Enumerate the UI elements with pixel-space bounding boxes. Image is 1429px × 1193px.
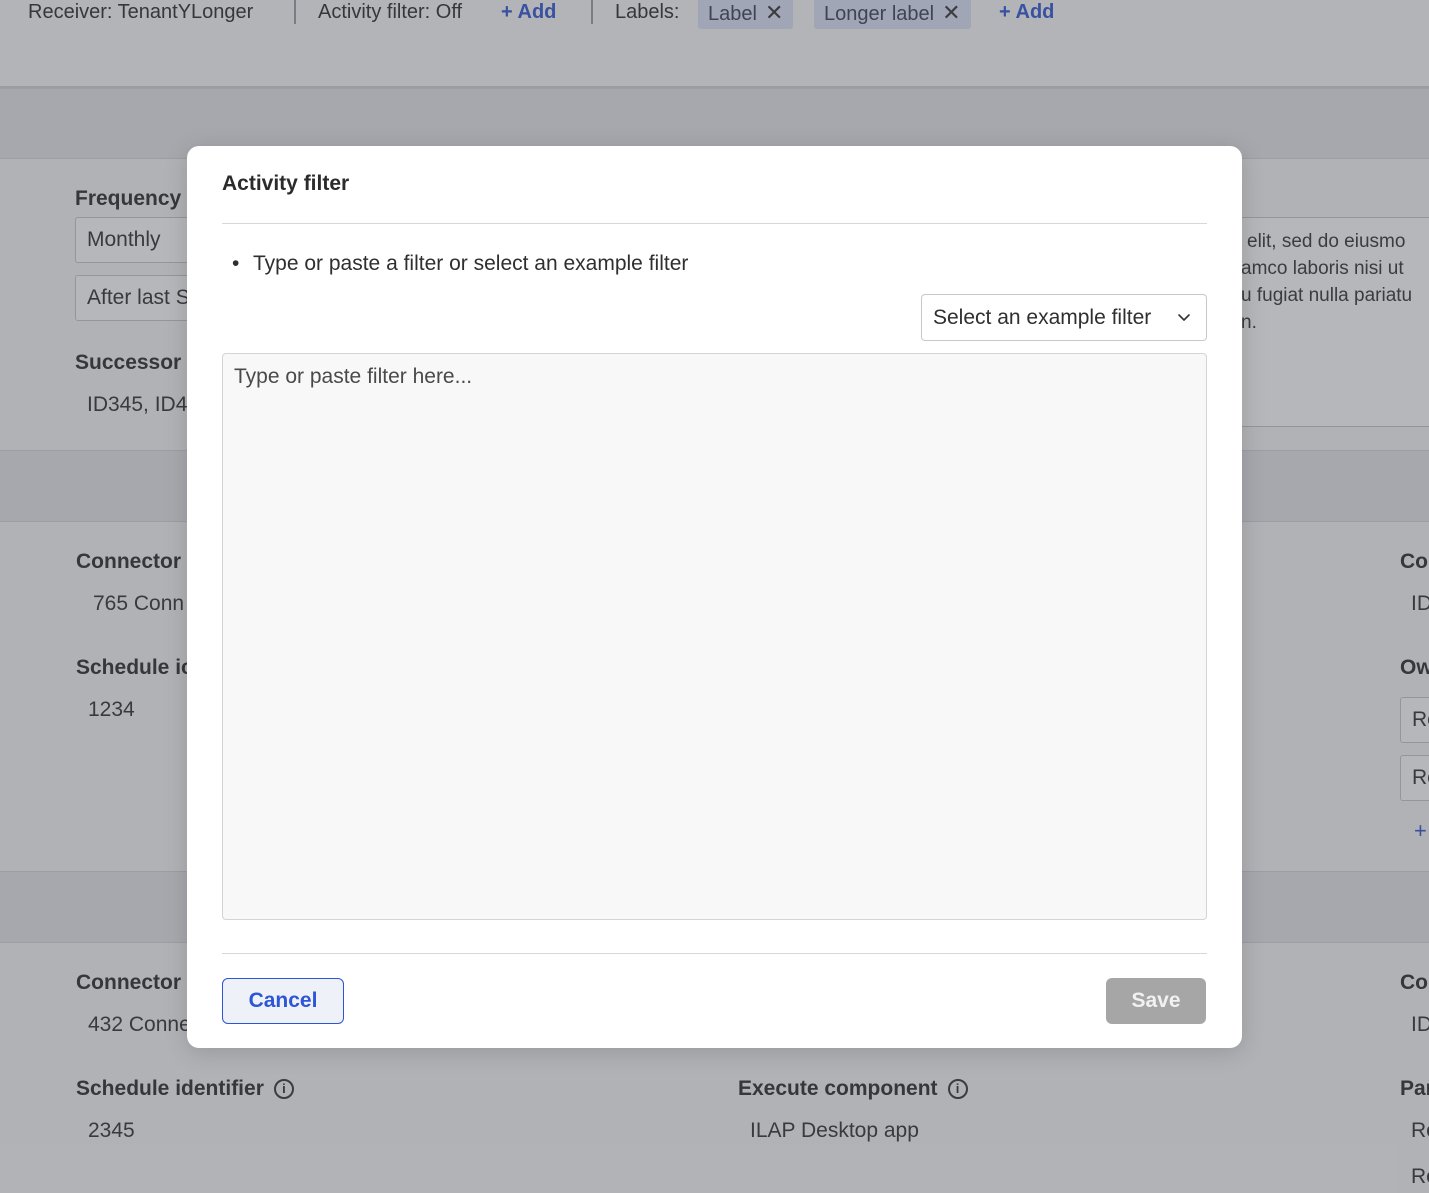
divider <box>222 953 1207 954</box>
example-filter-select-value: Select an example filter <box>933 306 1152 329</box>
chevron-down-icon <box>1178 314 1190 321</box>
example-filter-select[interactable]: Select an example filter <box>921 294 1207 341</box>
activity-filter-dialog: Activity filter Type or paste a filter o… <box>187 146 1242 1048</box>
cancel-button[interactable]: Cancel <box>222 978 344 1024</box>
filter-textarea[interactable] <box>222 353 1207 920</box>
save-button[interactable]: Save <box>1106 978 1206 1024</box>
divider <box>222 223 1207 224</box>
dialog-title: Activity filter <box>222 172 350 195</box>
instruction-text: Type or paste a filter or select an exam… <box>253 252 689 275</box>
instruction-list-item: Type or paste a filter or select an exam… <box>232 252 689 276</box>
